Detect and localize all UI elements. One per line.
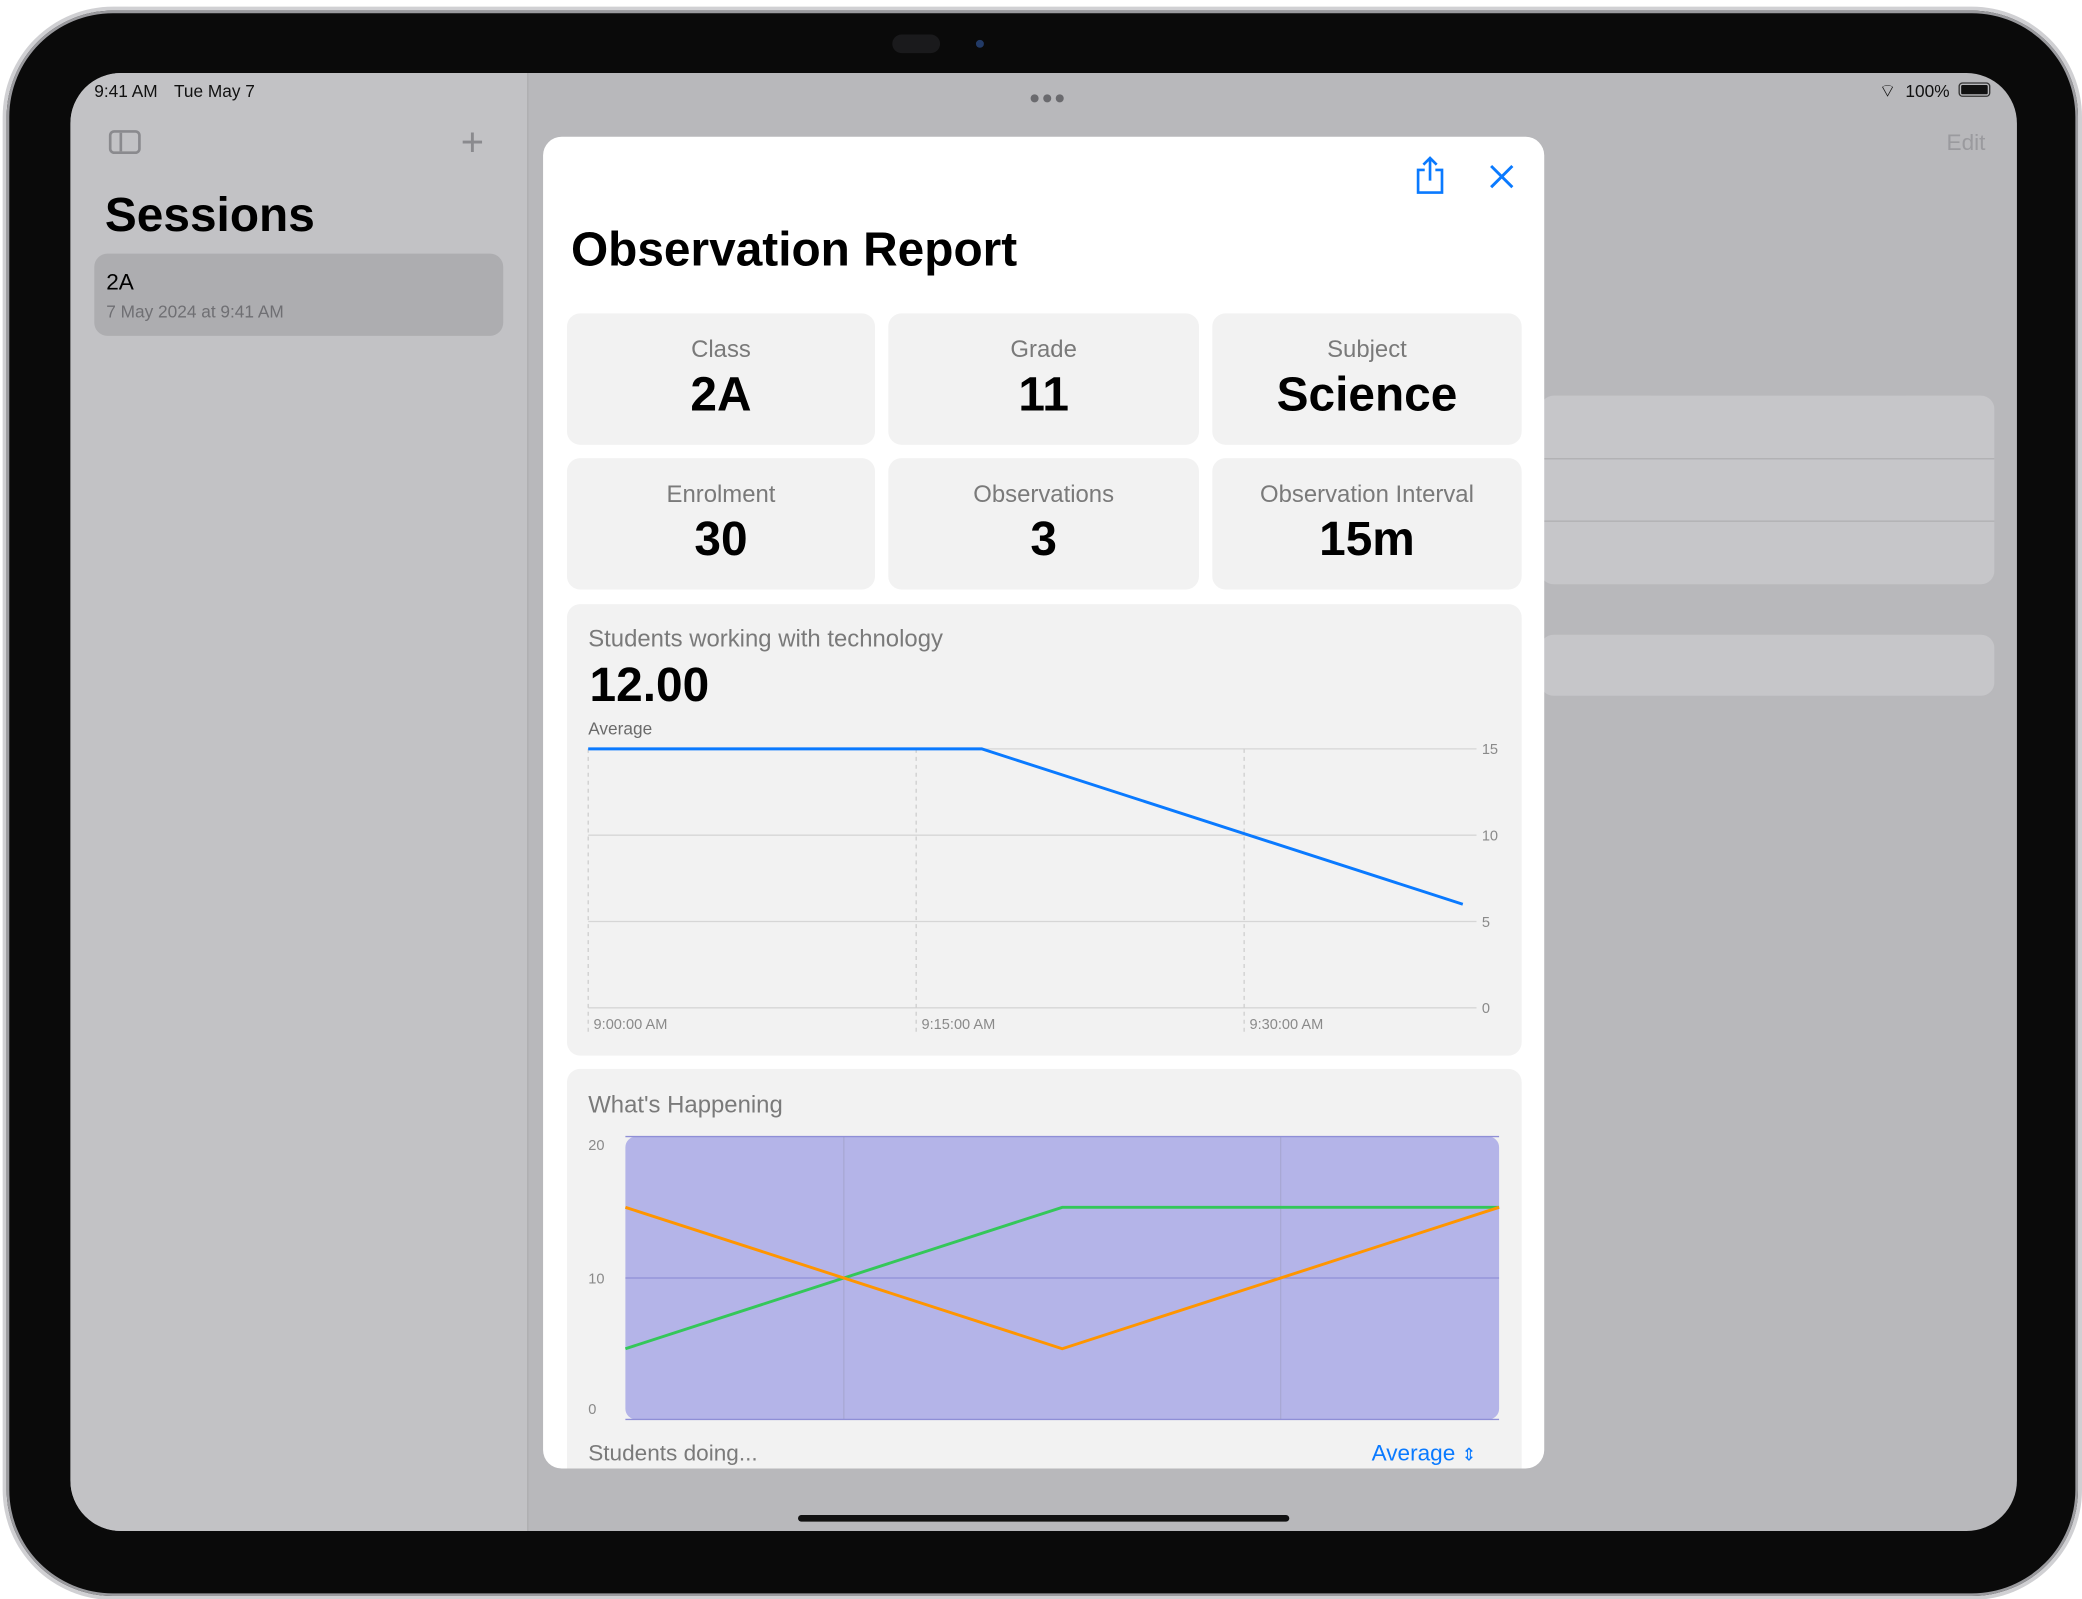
y-tick-label: 20 bbox=[588, 1138, 604, 1154]
add-session-icon[interactable]: + bbox=[461, 121, 484, 166]
y-tick-label: 0 bbox=[588, 1402, 596, 1418]
sidebar: 9:41 AM Tue May 7 + Sessions 2A 7 May 20… bbox=[70, 73, 529, 1531]
x-tick-label: 9:15:00 AM bbox=[921, 1017, 995, 1033]
stat-label: Observations bbox=[973, 480, 1115, 508]
stat-value: 3 bbox=[1030, 511, 1057, 566]
share-icon[interactable] bbox=[1414, 155, 1446, 195]
report-title: Observation Report bbox=[570, 221, 1018, 277]
stat-value: 15m bbox=[1319, 511, 1415, 566]
footer-label: Students doing... bbox=[588, 1440, 758, 1466]
camera-sensor bbox=[892, 34, 941, 54]
camera-lens bbox=[975, 39, 984, 48]
background-list-row bbox=[1540, 634, 1995, 696]
screen: 9:41 AM Tue May 7 + Sessions 2A 7 May 20… bbox=[70, 73, 2017, 1531]
picker-value: Average bbox=[1371, 1440, 1456, 1466]
stat-value: 2A bbox=[690, 366, 752, 421]
edit-button[interactable]: Edit bbox=[1947, 130, 1986, 157]
y-tick-label: 15 bbox=[1482, 742, 1498, 758]
chevron-up-down-icon: ⇕ bbox=[1461, 1444, 1477, 1465]
session-subtitle: 7 May 2024 at 9:41 AM bbox=[106, 301, 284, 322]
stat-value: 11 bbox=[1018, 366, 1069, 421]
stat-subject: Subject Science bbox=[1212, 313, 1522, 445]
y-tick-label: 10 bbox=[1482, 828, 1498, 844]
home-indicator[interactable] bbox=[798, 1515, 1290, 1522]
stat-class: Class 2A bbox=[566, 313, 876, 445]
sidebar-title: Sessions bbox=[104, 187, 315, 242]
metric-picker[interactable]: Average ⇕ bbox=[1372, 1441, 1476, 1468]
x-tick-label: 9:30:00 AM bbox=[1249, 1017, 1323, 1033]
stat-label: Observation Interval bbox=[1260, 480, 1474, 508]
stat-observation-interval: Observation Interval 15m bbox=[1212, 458, 1522, 590]
stat-grade: Grade 11 bbox=[888, 313, 1200, 445]
observation-report-sheet: Observation Report Class 2A Grade 11 Subje… bbox=[543, 136, 1545, 1469]
status-time: 9:41 AM bbox=[94, 80, 158, 101]
background-list-group bbox=[1540, 395, 1995, 585]
stat-label: Enrolment bbox=[666, 480, 776, 508]
session-title: 2A bbox=[106, 269, 134, 295]
y-tick-label: 5 bbox=[1482, 915, 1490, 931]
x-tick-label: 9:00:00 AM bbox=[594, 1017, 668, 1033]
stat-label: Subject bbox=[1327, 335, 1407, 363]
y-tick-label: 0 bbox=[1482, 1001, 1490, 1017]
wifi-icon: ⌔ bbox=[1878, 79, 1897, 101]
stat-value: 30 bbox=[694, 511, 748, 566]
stat-label: Class bbox=[691, 335, 751, 363]
stat-observations: Observations 3 bbox=[888, 458, 1200, 590]
multitasking-dots-icon[interactable]: ●●● bbox=[1029, 86, 1067, 107]
session-list-item[interactable]: 2A 7 May 2024 at 9:41 AM bbox=[94, 253, 504, 336]
stat-label: Grade bbox=[1010, 335, 1077, 363]
battery-icon bbox=[1958, 82, 1991, 97]
whats-happening-card: What's Happening 0 10 20 Students doing...… bbox=[566, 1068, 1522, 1469]
technology-chart-card: Students working with technology 12.00 A… bbox=[566, 604, 1522, 1056]
technology-line-chart: 0 5 10 15 9:00:00 AM 9:15:00 AM 9:30:00 AM bbox=[587, 742, 1498, 1033]
sidebar-toggle-icon[interactable] bbox=[108, 130, 141, 155]
y-tick-label: 10 bbox=[588, 1271, 604, 1287]
whats-happening-chart: 0 10 20 bbox=[588, 1135, 1500, 1421]
status-date: Tue May 7 bbox=[173, 80, 255, 101]
battery-percent: 100% bbox=[1905, 80, 1950, 101]
stat-value: Science bbox=[1276, 366, 1458, 421]
series-line bbox=[588, 747, 1464, 906]
close-icon[interactable] bbox=[1488, 163, 1515, 190]
stat-enrolment: Enrolment 30 bbox=[566, 458, 876, 590]
